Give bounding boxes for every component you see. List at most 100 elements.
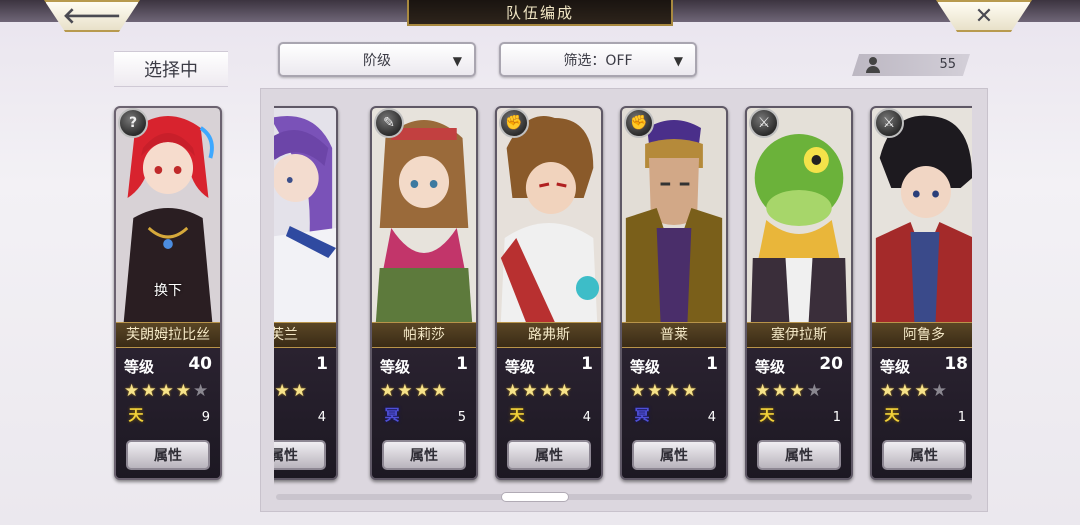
attributes-button[interactable]: 属性: [882, 440, 966, 470]
star-rating: ★★★★★: [124, 381, 210, 401]
chevron-down-icon: ▼: [673, 54, 683, 68]
character-name: 塞伊拉斯: [747, 322, 851, 348]
filter-dropdown[interactable]: 筛选：OFF ▼: [499, 42, 697, 77]
character-card[interactable]: ✎ 帕莉莎 等级 1 ★★★★ 冥 5 属性: [370, 106, 478, 480]
level-value: 1: [316, 354, 328, 374]
class-icon: ⚔: [749, 108, 779, 138]
element-icon: 天: [884, 406, 900, 424]
star-filled-icon: ★★★: [880, 381, 932, 401]
level-label: 等级: [380, 358, 411, 376]
character-portrait: [872, 108, 972, 322]
star-filled-icon: ★★★★: [124, 381, 193, 401]
level-value: 1: [581, 354, 593, 374]
character-name: 芙朗姆拉比丝: [116, 322, 220, 348]
attributes-button[interactable]: 属性: [126, 440, 210, 470]
element-count: 1: [832, 410, 841, 425]
character-stats: 等级 1 ★★★★ 冥 4 属性: [622, 348, 726, 478]
person-icon: [866, 57, 880, 73]
class-icon: ?: [118, 108, 148, 138]
star-empty-icon: ★: [931, 381, 949, 401]
star-rating: ★★★★: [274, 381, 309, 401]
screen-title: 队伍编成: [407, 0, 673, 26]
star-rating: ★★★★: [630, 381, 699, 401]
character-count: 55: [852, 54, 970, 76]
horizontal-scrollbar-thumb[interactable]: [501, 492, 569, 502]
selected-character-card[interactable]: ? 换下 芙朗姆拉比丝 等级 40 ★★★★★ 天 9 属性: [114, 106, 222, 480]
character-stats: 等级 1 ★★★★ 冥 5 属性: [372, 348, 476, 478]
character-name: 阿鲁多: [872, 322, 972, 348]
close-button[interactable]: ✕: [936, 0, 1032, 32]
character-portrait: [372, 108, 476, 322]
level-value: 40: [188, 354, 212, 374]
character-card[interactable]: ⚔ 塞伊拉斯 等级 20 ★★★★ 天 1 属性: [745, 106, 853, 480]
element-count: 4: [582, 410, 591, 425]
level-label: 等级: [880, 358, 911, 376]
character-stats: 等级 20 ★★★★ 天 1 属性: [747, 348, 851, 478]
element-icon: 天: [759, 406, 775, 424]
character-portrait: [274, 108, 336, 322]
back-button[interactable]: 🡐: [44, 0, 140, 32]
star-filled-icon: ★★★★: [380, 381, 449, 401]
level-label: 等级: [755, 358, 786, 376]
character-portrait: [747, 108, 851, 322]
attributes-button[interactable]: 属性: [632, 440, 716, 470]
character-portrait: [622, 108, 726, 322]
element-count: 4: [707, 410, 716, 425]
rank-sort-label: 阶级: [363, 52, 391, 69]
star-filled-icon: ★★★★: [630, 381, 699, 401]
element-count: 5: [457, 410, 466, 425]
class-icon: ✊: [624, 108, 654, 138]
level-value: 1: [456, 354, 468, 374]
character-roster: ✎ 芙兰 等级 1 ★★★★ 冥 4 属性 ✎ 帕莉莎: [274, 98, 972, 490]
character-count-value: 55: [939, 57, 956, 72]
close-x-icon: ✕: [974, 3, 994, 29]
element-icon: 天: [128, 406, 144, 424]
attributes-button[interactable]: 属性: [274, 440, 326, 470]
element-count: 4: [317, 410, 326, 425]
element-icon: 天: [509, 406, 525, 424]
character-portrait: [497, 108, 601, 322]
character-stats: 等级 18 ★★★★ 天 1 属性: [872, 348, 972, 478]
star-empty-icon: ★: [806, 381, 824, 401]
attributes-button[interactable]: 属性: [757, 440, 841, 470]
character-stats: 等级 1 ★★★★ 冥 4 属性: [274, 348, 336, 478]
element-icon: 冥: [384, 406, 400, 424]
level-value: 18: [944, 354, 968, 374]
star-rating: ★★★★: [505, 381, 574, 401]
character-card[interactable]: ✊ 路弗斯 等级 1 ★★★★ 天 4 属性: [495, 106, 603, 480]
character-name: 路弗斯: [497, 322, 601, 348]
star-filled-icon: ★★★★: [274, 381, 309, 401]
selecting-label: 选择中: [114, 51, 228, 87]
level-label: 等级: [124, 358, 155, 376]
element-count: 9: [201, 410, 210, 425]
character-card[interactable]: ✎ 芙兰 等级 1 ★★★★ 冥 4 属性: [274, 106, 338, 480]
character-card[interactable]: ✊ 普莱 等级 1 ★★★★ 冥 4 属性: [620, 106, 728, 480]
back-arrow-icon: 🡐: [62, 4, 122, 29]
character-name: 普莱: [622, 322, 726, 348]
rank-sort-dropdown[interactable]: 阶级 ▼: [278, 42, 476, 77]
level-label: 等级: [505, 358, 536, 376]
star-rating: ★★★★: [880, 381, 949, 401]
character-stats: 等级 40 ★★★★★ 天 9 属性: [116, 348, 220, 478]
character-card[interactable]: ⚔ 阿鲁多 等级 18 ★★★★ 天 1 属性: [870, 106, 972, 480]
element-count: 1: [957, 410, 966, 425]
swap-out-label[interactable]: 换下: [116, 280, 220, 300]
element-icon: 冥: [634, 406, 650, 424]
level-value: 20: [819, 354, 843, 374]
character-name: 芙兰: [274, 322, 336, 348]
attributes-button[interactable]: 属性: [382, 440, 466, 470]
attributes-button[interactable]: 属性: [507, 440, 591, 470]
class-icon: ✎: [374, 108, 404, 138]
star-filled-icon: ★★★★: [505, 381, 574, 401]
star-empty-icon: ★: [192, 381, 211, 401]
character-stats: 等级 1 ★★★★ 天 4 属性: [497, 348, 601, 478]
chevron-down-icon: ▼: [452, 54, 462, 68]
star-rating: ★★★★: [380, 381, 449, 401]
class-icon: ⚔: [874, 108, 904, 138]
level-value: 1: [706, 354, 718, 374]
character-name: 帕莉莎: [372, 322, 476, 348]
level-label: 等级: [630, 358, 661, 376]
horizontal-scrollbar-track[interactable]: [276, 494, 972, 500]
star-rating: ★★★★: [755, 381, 824, 401]
filter-label: 筛选：OFF: [563, 52, 633, 69]
